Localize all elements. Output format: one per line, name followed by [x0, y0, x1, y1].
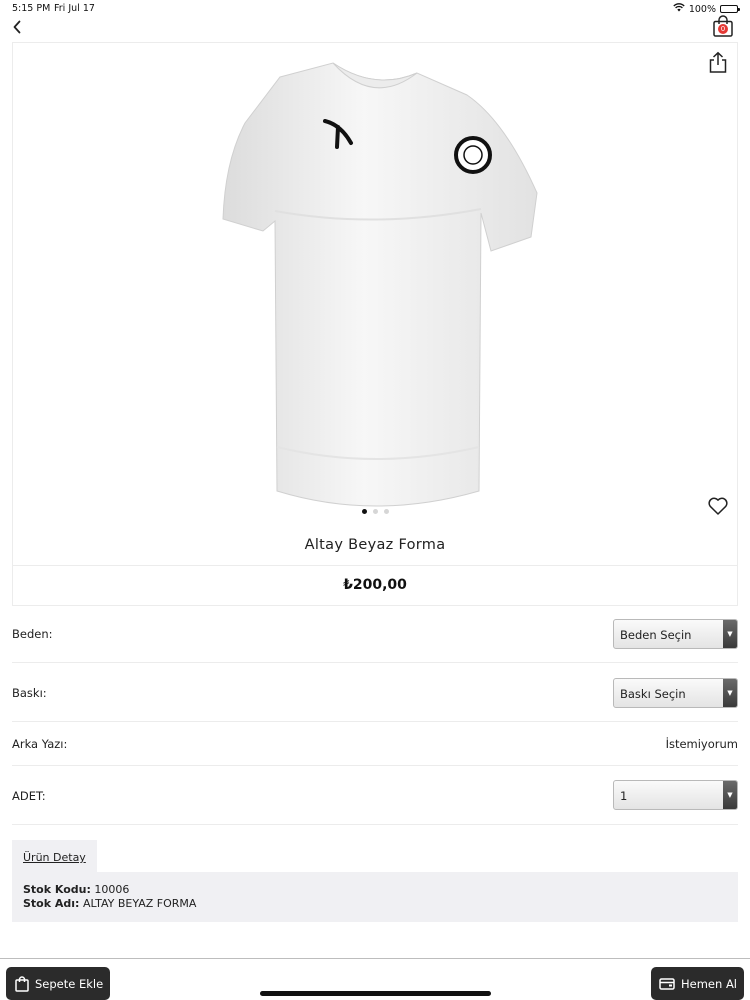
quantity-select-value: 1 [620, 789, 628, 803]
status-time: 5:15 PM [12, 3, 51, 14]
quantity-label: ADET: [12, 789, 46, 803]
cart-button[interactable]: 0 [712, 15, 734, 37]
tab-product-detail[interactable]: Ürün Detay [12, 840, 97, 872]
size-row: Beden: Beden Seçin ▼ [12, 606, 738, 663]
size-select-value: Beden Seçin [620, 628, 692, 642]
product-price: ₺200,00 [343, 577, 407, 593]
bottom-action-bar: Sepete Ekle Hemen Al [0, 958, 750, 1000]
back-text-label: Arka Yazı: [12, 737, 68, 751]
print-select[interactable]: Baskı Seçin ▼ [613, 678, 738, 708]
back-button[interactable] [8, 18, 26, 36]
stock-name-value: ALTAY BEYAZ FORMA [82, 897, 197, 910]
stock-code-line: Stok Kodu: 10006 [23, 883, 129, 896]
dropdown-arrow-icon: ▼ [723, 679, 737, 707]
tab-product-detail-label: Ürün Detay [23, 851, 86, 864]
size-label: Beden: [12, 627, 53, 641]
stock-name-label: Stok Adı: [23, 897, 80, 910]
wallet-icon [659, 977, 675, 990]
pager-dot[interactable] [361, 509, 367, 514]
print-row: Baskı: Baskı Seçin ▼ [12, 663, 738, 722]
share-button[interactable] [707, 51, 729, 73]
stock-code-value: 10006 [94, 883, 130, 896]
stock-name-line: Stok Adı: ALTAY BEYAZ FORMA [23, 897, 196, 910]
dropdown-arrow-icon: ▼ [723, 620, 737, 648]
wifi-icon [673, 3, 685, 15]
back-text-row: Arka Yazı: İstemiyorum [12, 722, 738, 766]
image-pager[interactable] [13, 509, 737, 514]
heart-icon [708, 497, 728, 515]
status-right: 100% [673, 3, 740, 15]
dropdown-arrow-icon: ▼ [723, 781, 737, 809]
add-to-cart-label: Sepete Ekle [35, 976, 104, 991]
product-card: Altay Beyaz Forma ₺200,00 [12, 42, 738, 606]
battery-percent: 100% [688, 3, 716, 15]
buy-now-label: Hemen Al [681, 976, 738, 991]
battery-icon [720, 5, 740, 13]
shopping-bag-icon [15, 975, 29, 992]
favorite-button[interactable] [707, 495, 729, 517]
print-label: Baskı: [12, 686, 47, 700]
size-select[interactable]: Beden Seçin ▼ [613, 619, 738, 649]
buy-now-button[interactable]: Hemen Al [651, 967, 744, 1000]
pager-dot[interactable] [372, 509, 378, 514]
quantity-row: ADET: 1 ▼ [12, 766, 738, 825]
pager-dot[interactable] [383, 509, 389, 514]
back-text-value[interactable]: İstemiyorum [666, 737, 738, 751]
status-date: Fri Jul 17 [54, 3, 95, 14]
home-indicator[interactable] [260, 991, 491, 996]
club-crest-icon [454, 136, 492, 174]
product-title: Altay Beyaz Forma [304, 537, 446, 553]
add-to-cart-button[interactable]: Sepete Ekle [6, 967, 110, 1000]
share-icon [709, 51, 727, 73]
cart-count-badge: 0 [718, 24, 728, 34]
divider [13, 565, 737, 566]
quantity-select[interactable]: 1 ▼ [613, 780, 738, 810]
stock-code-label: Stok Kodu: [23, 883, 91, 896]
status-bar: 5:15 PM Fri Jul 17 100% [0, 0, 750, 18]
product-detail-panel: Stok Kodu: 10006 Stok Adı: ALTAY BEYAZ F… [12, 872, 738, 922]
chevron-left-icon [13, 20, 21, 34]
print-select-value: Baskı Seçin [620, 687, 686, 701]
product-image[interactable] [205, 51, 545, 513]
